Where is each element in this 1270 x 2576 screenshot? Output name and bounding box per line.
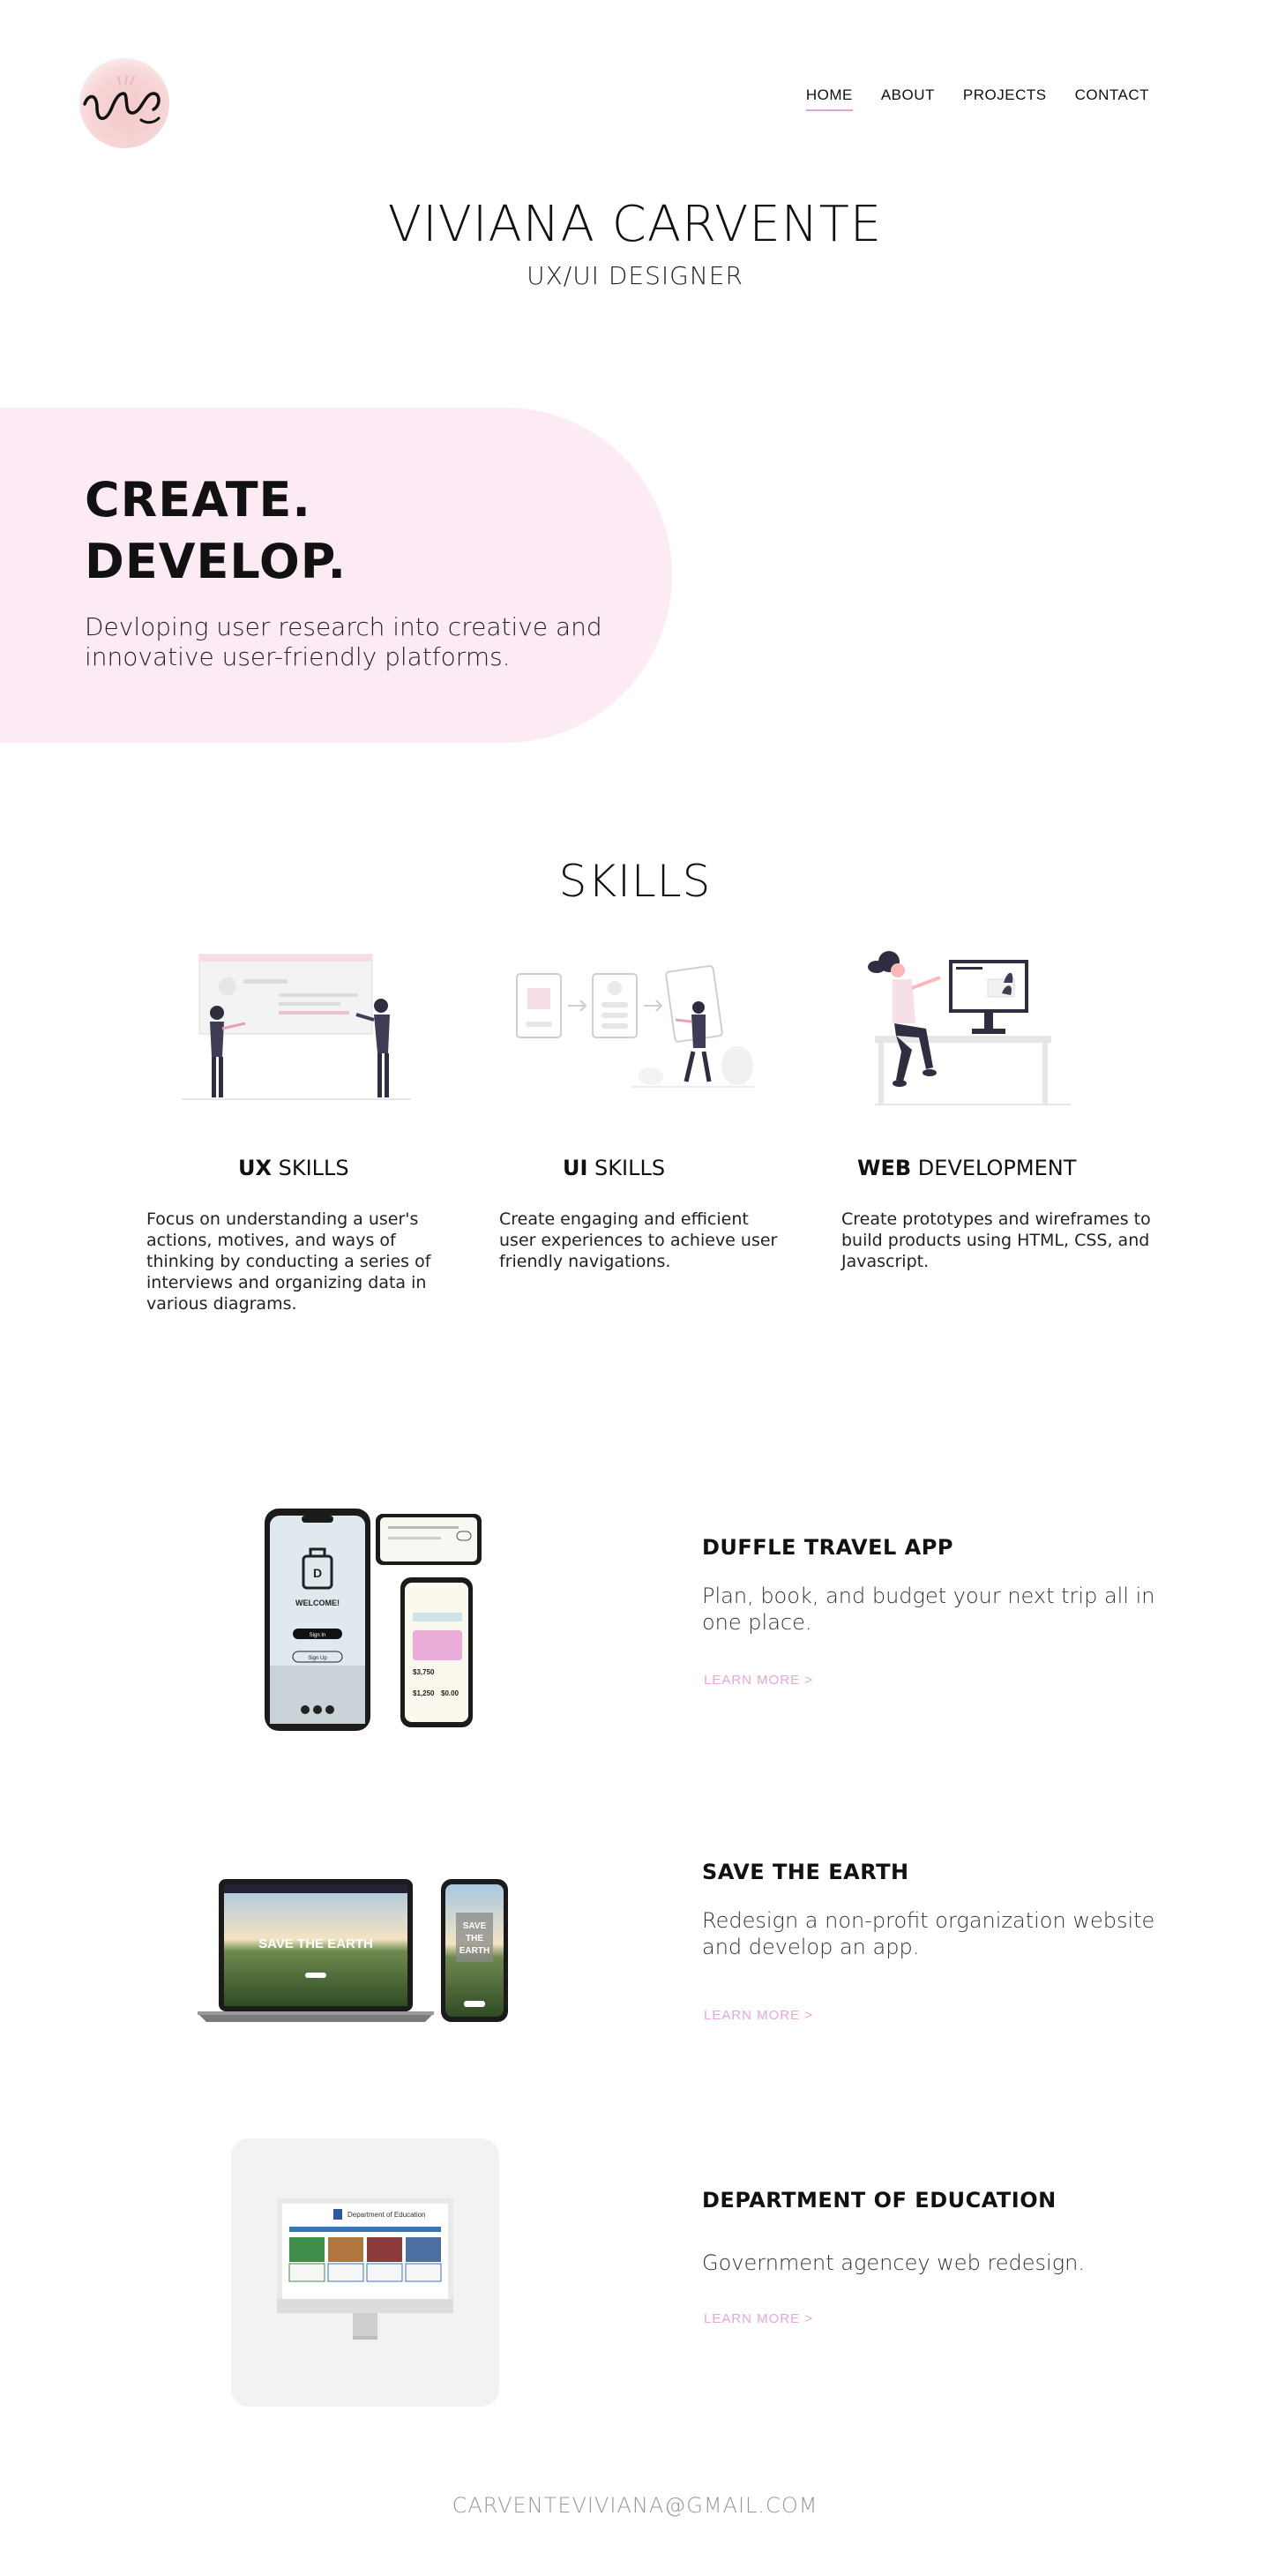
- skill-ux: UX SKILLS Focus on understanding a user'…: [146, 944, 482, 1314]
- project-earth-image[interactable]: SAVE THE EARTH SAVE THE EARTH: [198, 1876, 515, 2026]
- duffle-signup-text: Sign Up: [308, 1656, 327, 1661]
- earth-phone-headline-2: THE: [466, 1934, 483, 1943]
- ui-illustration: [499, 944, 834, 1120]
- presentation-illustration-icon: [182, 954, 411, 1100]
- monitor-mockup-icon: Department of Education: [277, 2198, 453, 2340]
- banner-headline: CREATE. DEVELOP.: [85, 469, 347, 593]
- logo-monogram-icon: [83, 75, 161, 124]
- project-education-title: DEPARTMENT OF EDUCATION: [702, 2188, 1057, 2213]
- duffle-amount-3: $0.00: [441, 1689, 459, 1697]
- skill-web: WEB DEVELOPMENT Create prototypes and wi…: [841, 944, 1177, 1271]
- duffle-amount-2: $1,250: [413, 1689, 435, 1697]
- skill-ux-title: UX SKILLS: [238, 1156, 349, 1180]
- phone-mockup-icon: D WELCOME! Sign In Sign Up $3,750 $1,250…: [265, 1509, 482, 1731]
- education-site-title: Department of Education: [347, 2211, 426, 2219]
- project-duffle-title: DUFFLE TRAVEL APP: [702, 1535, 953, 1560]
- web-illustration: [841, 944, 1177, 1120]
- duffle-signin-text: Sign In: [310, 1633, 326, 1638]
- banner-line-1: CREATE.: [85, 472, 311, 528]
- project-education-learn-more-link[interactable]: LEARN MORE >: [704, 2311, 813, 2326]
- developer-desk-illustration-icon: [868, 951, 1071, 1105]
- project-duffle-description: Plan, book, and budget your next trip al…: [702, 1584, 1155, 1635]
- hero-role: UX/UI DESIGNER: [527, 261, 743, 290]
- project-earth-learn-more-link[interactable]: LEARN MORE >: [704, 2008, 813, 2023]
- skill-web-title: WEB DEVELOPMENT: [857, 1156, 1077, 1180]
- laptop-phone-mockup-icon: SAVE THE EARTH SAVE THE EARTH: [198, 1879, 508, 2022]
- project-earth-description: Redesign a non-profit organization websi…: [702, 1908, 1155, 1959]
- skill-ui-description: Create engaging and efficient user exper…: [499, 1209, 778, 1271]
- nav-contact[interactable]: CONTACT: [1075, 86, 1149, 111]
- banner-description: Devloping user research into creative an…: [85, 612, 602, 671]
- hero-name: VIVIANA CARVENTE: [387, 196, 883, 253]
- project-duffle-image[interactable]: D WELCOME! Sign In Sign Up $3,750 $1,250…: [261, 1507, 490, 1733]
- nav-about[interactable]: ABOUT: [881, 86, 935, 111]
- footer-email-link[interactable]: CARVENTEVIVIANA@GMAIL.COM: [0, 2493, 1270, 2518]
- earth-laptop-headline: SAVE THE EARTH: [258, 1936, 373, 1951]
- duffle-amount-1: $3,750: [413, 1668, 435, 1676]
- nav-projects[interactable]: PROJECTS: [963, 86, 1047, 111]
- project-education-image[interactable]: Department of Education: [231, 2138, 499, 2407]
- duffle-welcome-text: WELCOME!: [295, 1599, 340, 1607]
- wireframe-flow-illustration-icon: [516, 965, 755, 1088]
- earth-phone-headline-3: EARTH: [459, 1946, 489, 1956]
- skill-web-description: Create prototypes and wireframes to buil…: [841, 1209, 1151, 1271]
- skills-title: SKILLS: [558, 856, 712, 907]
- earth-phone-headline-1: SAVE: [463, 1921, 487, 1931]
- nav-home[interactable]: HOME: [805, 86, 853, 111]
- project-earth-title: SAVE THE EARTH: [702, 1860, 909, 1884]
- skill-ui-title: UI SKILLS: [563, 1156, 666, 1180]
- ux-illustration: [146, 944, 482, 1120]
- skill-ux-description: Focus on understanding a user's actions,…: [146, 1209, 431, 1314]
- project-duffle-learn-more-link[interactable]: LEARN MORE >: [704, 1673, 813, 1688]
- main-nav: HOME ABOUT PROJECTS CONTACT: [805, 86, 1149, 111]
- logo[interactable]: [79, 58, 169, 148]
- svg-text:D: D: [313, 1566, 322, 1580]
- skill-ui: UI SKILLS Create engaging and efficient …: [499, 944, 834, 1271]
- project-education-description: Government agencey web redesign.: [702, 2250, 1085, 2275]
- banner-line-2: DEVELOP.: [85, 534, 347, 589]
